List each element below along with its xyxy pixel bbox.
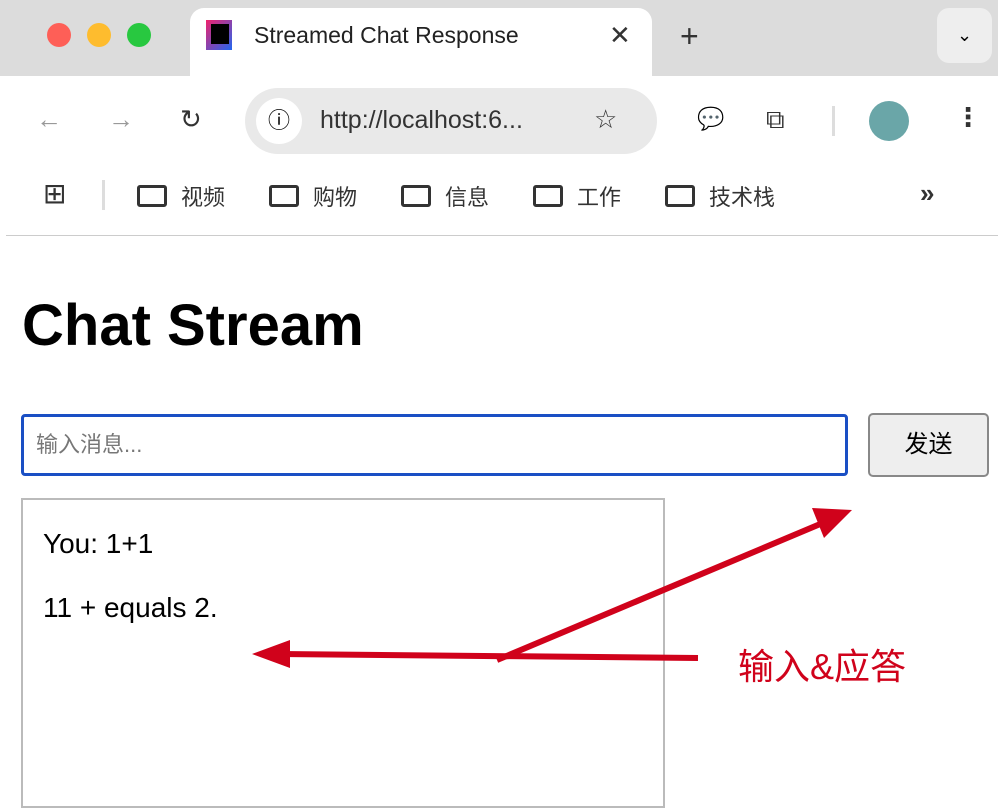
arrowhead-left [252,640,290,668]
annotation-label: 输入&应答 [738,646,907,687]
arrow-to-response [279,651,699,661]
arrowhead-up [812,508,852,538]
